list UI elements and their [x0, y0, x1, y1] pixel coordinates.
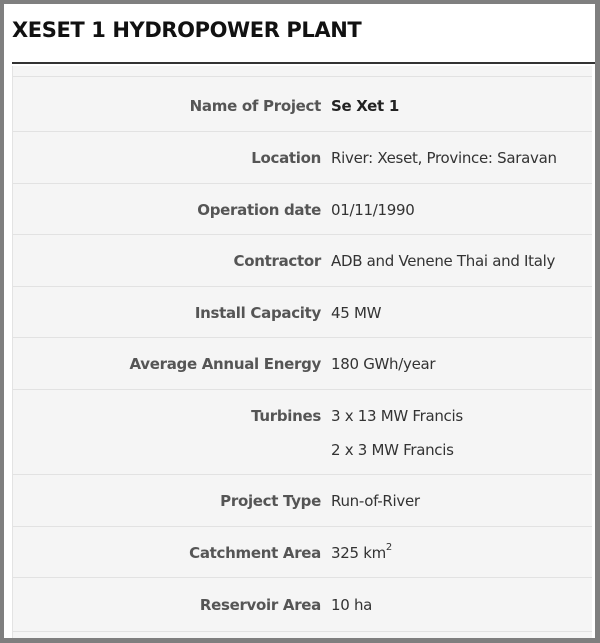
- table-row-location: Location River: Xeset, Province: Saravan: [13, 131, 592, 182]
- row-value: 01/11/1990: [331, 201, 415, 219]
- page-title: XESET 1 HYDROPOWER PLANT: [12, 18, 362, 42]
- row-value: River: Xeset, Province: Saravan: [331, 149, 557, 167]
- row-label: Catchment Area: [189, 544, 321, 562]
- table-row-name-of-project: Name of Project Se Xet 1: [13, 76, 592, 127]
- row-value: Se Xet 1: [331, 97, 399, 115]
- row-label: Location: [251, 149, 321, 167]
- row-value: 180 GWh/year: [331, 355, 436, 373]
- row-value: 45 MW: [331, 304, 382, 322]
- unit-superscript: 2: [385, 542, 392, 553]
- title-divider: [12, 62, 595, 64]
- row-label: Average Annual Energy: [129, 355, 321, 373]
- row-label: Contractor: [233, 252, 322, 270]
- page-frame: XESET 1 HYDROPOWER PLANT Name of Project…: [4, 4, 595, 638]
- row-value: Run-of-River: [331, 492, 420, 510]
- row-label: Name of Project: [189, 97, 322, 115]
- table-row-turbines: Turbines 3 x 13 MW Francis 2 x 3 MW Fran…: [13, 389, 592, 474]
- catchment-area-value: 325 km: [331, 544, 386, 562]
- title-bar: XESET 1 HYDROPOWER PLANT: [4, 4, 595, 64]
- table-row-reservoir-area: Reservoir Area 10 ha: [13, 577, 592, 632]
- table-row-install-capacity: Install Capacity 45 MW: [13, 286, 592, 337]
- project-details-table: Name of Project Se Xet 1 Location River:…: [12, 66, 592, 638]
- row-label: Reservoir Area: [199, 596, 321, 614]
- row-label: Project Type: [220, 492, 321, 510]
- table-row-contractor: Contractor ADB and Venene Thai and Italy: [13, 234, 592, 285]
- table-row-operation-date: Operation date 01/11/1990: [13, 183, 592, 234]
- table-bottom-divider: [13, 631, 592, 632]
- row-value-second-line: 2 x 3 MW Francis: [331, 441, 454, 459]
- row-label: Operation date: [197, 201, 321, 219]
- row-value: 10 ha: [331, 596, 373, 614]
- table-row-project-type: Project Type Run-of-River: [13, 474, 592, 525]
- table-row-average-annual-energy: Average Annual Energy 180 GWh/year: [13, 337, 592, 388]
- row-label: Install Capacity: [194, 304, 321, 322]
- row-label: Turbines: [251, 407, 321, 425]
- row-value: ADB and Venene Thai and Italy: [331, 252, 556, 270]
- row-value: 3 x 13 MW Francis: [331, 407, 463, 425]
- row-value: 325 km2: [331, 542, 392, 562]
- table-row-catchment-area: Catchment Area 325 km2: [13, 526, 592, 577]
